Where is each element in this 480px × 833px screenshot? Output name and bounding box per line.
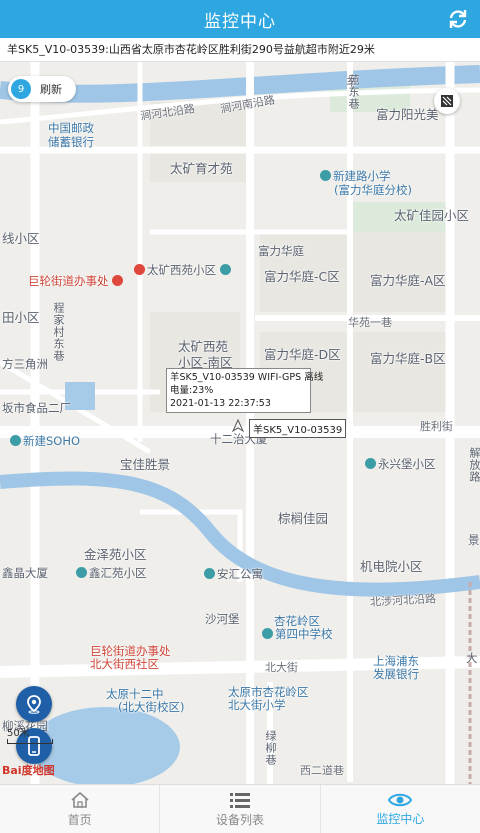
title-bar: 监控中心: [0, 0, 480, 38]
poi-icon: [10, 435, 21, 446]
tab-device-list[interactable]: 设备列表: [160, 785, 321, 833]
refresh-chip[interactable]: 9 刷新: [8, 76, 76, 102]
popup-timestamp: 2021-01-13 22:37:53: [170, 398, 271, 409]
map-label: 太矿育才苑: [170, 161, 233, 176]
scale-bar: [7, 739, 53, 744]
poi-icon: [204, 568, 215, 579]
map-label: 永兴堡小区: [378, 457, 436, 471]
map-label: 巨轮街道办事处: [28, 274, 109, 288]
map-label: 新建SOHO: [10, 433, 80, 449]
device-location-marker-icon[interactable]: [231, 419, 245, 433]
map-label: 安汇公寓: [217, 567, 263, 581]
tab-bar: 首页 设备列表 监控中心: [0, 784, 480, 833]
map-label: 华苑一巷: [348, 316, 392, 329]
map-label: 富力阳光美: [376, 107, 439, 122]
map-label: 发展银行: [373, 667, 419, 681]
map-label: 苑东巷: [347, 74, 360, 110]
popup-battery: 电量:23%: [170, 385, 214, 396]
map-label: 永兴堡小区: [365, 456, 436, 472]
map-label: 北大街西社区: [90, 657, 159, 671]
map-label: 程家村东巷: [52, 302, 65, 362]
map-label: 坂市食品二厂: [2, 401, 71, 415]
map-label: 方三角洲: [2, 357, 48, 371]
map-label: 机电院小区: [360, 559, 423, 574]
locate-button[interactable]: [16, 686, 52, 722]
map-label: (富力华庭分校): [334, 183, 412, 197]
layers-icon: [441, 95, 453, 107]
map-label: 富力华庭: [258, 244, 304, 258]
tab-monitor-center-label: 监控中心: [376, 811, 425, 826]
map-label: 北大街: [265, 661, 298, 674]
home-icon: [71, 791, 89, 808]
baidu-logo: Bai度地图: [2, 764, 55, 777]
map-label: 景: [468, 533, 480, 547]
map-label: 第四中学校: [275, 627, 333, 641]
map-label: 富力华庭-A区: [370, 273, 446, 288]
map-label: 沙河堡: [205, 612, 240, 626]
map-label: 太矿佳园小区: [394, 208, 470, 223]
tab-home[interactable]: 首页: [0, 785, 161, 833]
map-label: 棕榈佳园: [278, 511, 329, 526]
map-label: 太矿西苑小区: [134, 262, 233, 278]
map-label: 线小区: [2, 231, 40, 246]
map-label: 绿柳巷: [264, 730, 277, 766]
map-label: 太矿西苑小区: [147, 263, 216, 277]
map-label: 富力华庭-C区: [264, 269, 340, 284]
map-label: 富力华庭-B区: [370, 351, 446, 366]
poi-icon: [365, 458, 376, 469]
map-label: 鑫晶大厦: [2, 566, 48, 580]
tab-device-list-label: 设备列表: [215, 812, 264, 827]
refresh-count: 9: [11, 79, 31, 99]
government-icon: [112, 275, 124, 286]
device-address: 羊SK5_V10-03539:山西省太原市杏花岭区胜利街290号益航超市附近29…: [0, 38, 480, 62]
list-icon: [229, 792, 250, 808]
map-label: 新建路小学: [333, 169, 391, 183]
map-label: 西二道巷: [300, 764, 344, 777]
eye-icon: [388, 793, 413, 806]
map-label: 储蓄银行: [48, 135, 94, 149]
map-label: 解放路: [468, 447, 480, 483]
map-label: 富力华庭-D区: [264, 347, 341, 362]
scale-label: 50米: [7, 728, 30, 739]
page-title: 监控中心: [204, 11, 276, 32]
map-label: 大: [466, 651, 478, 665]
map-view[interactable]: 9 刷新 涧河北沿路 涧河南沿路 中国邮政 储蓄银行 富力阳光美 羊 苑东巷 太…: [0, 62, 480, 784]
device-info-popup[interactable]: 羊SK5_V10-03539 WIFI-GPS 离线 电量:23% 2021-0…: [166, 368, 324, 413]
popup-device-status: 羊SK5_V10-03539 WIFI-GPS 离线: [170, 372, 324, 383]
map-label: 宝佳胜景: [120, 457, 171, 472]
tab-home-label: 首页: [67, 812, 92, 827]
map-label: 第四中学校: [262, 626, 333, 642]
school-icon: [262, 628, 273, 639]
map-label: 胜利街: [420, 420, 453, 433]
map-label: (北大街校区): [118, 700, 185, 714]
poi-icon: [134, 264, 145, 275]
map-label: 鑫汇苑小区: [76, 565, 147, 581]
map-label: 北大街小学: [228, 698, 286, 712]
map-label: 田小区: [2, 310, 40, 325]
map-label: 安汇公寓: [204, 566, 263, 582]
poi-icon: [76, 567, 87, 578]
school-icon: [320, 170, 331, 181]
poi-icon: [219, 264, 231, 275]
tab-monitor-center[interactable]: 监控中心: [321, 785, 480, 833]
map-scale: 50米: [7, 724, 53, 744]
map-label: 鑫汇苑小区: [89, 566, 147, 580]
map-label: 巨轮街道办事处: [28, 273, 125, 289]
device-tag[interactable]: 羊SK5_V10-03539: [249, 419, 347, 438]
map-label: 金泽苑小区: [84, 547, 147, 562]
refresh-label: 刷新: [40, 83, 62, 96]
location-pin-icon: [27, 695, 41, 714]
refresh-icon[interactable]: [446, 7, 470, 31]
map-label: 新建SOHO: [23, 434, 81, 448]
